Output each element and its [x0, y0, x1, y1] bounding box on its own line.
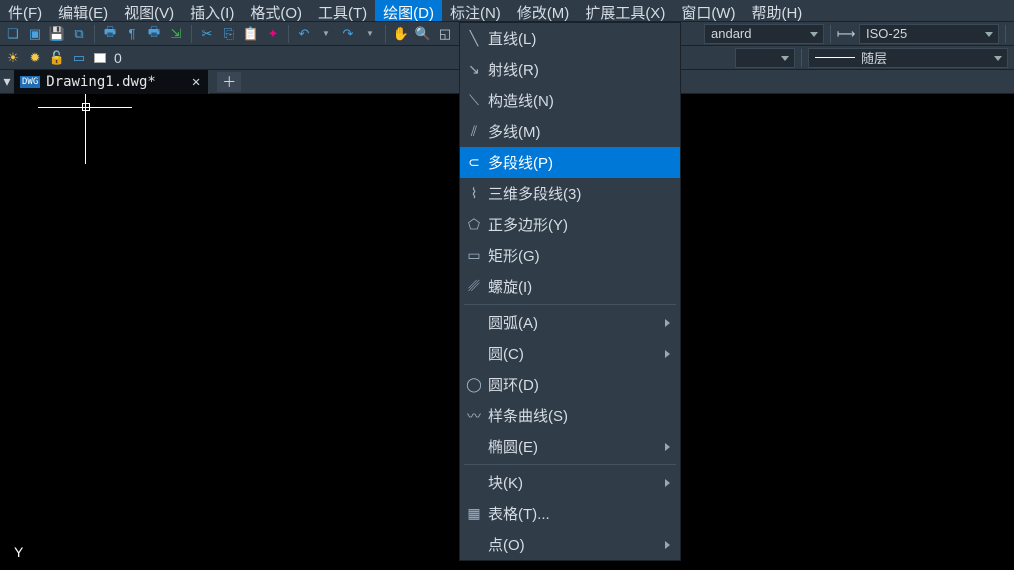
layer-color-icon[interactable]	[92, 53, 106, 63]
linetype-value: 随层	[861, 48, 887, 67]
redo-drop-icon[interactable]: ▼	[361, 25, 379, 43]
tab-current[interactable]: DWG Drawing1.dwg* ✕	[14, 70, 209, 94]
menu-tools[interactable]: 工具(T)	[310, 0, 375, 21]
menu-help[interactable]: 帮助(H)	[743, 0, 810, 21]
pan-icon[interactable]: ✋	[392, 25, 410, 43]
tab-filename: Drawing1.dwg*	[46, 74, 156, 90]
menu-window[interactable]: 窗口(W)	[673, 0, 743, 21]
save-icon[interactable]: 💾	[48, 25, 66, 43]
plot-icon[interactable]: 🖶	[145, 25, 163, 43]
menu-spline[interactable]: 〰 样条曲线(S)	[460, 400, 680, 431]
menu-arc[interactable]: 圆弧(A)	[460, 307, 680, 338]
undo-icon[interactable]: ↶	[295, 25, 313, 43]
menu-annotate[interactable]: 标注(N)	[442, 0, 509, 21]
linetype-line-icon	[815, 57, 855, 58]
line-icon: ╲	[460, 30, 488, 47]
match-icon[interactable]: ✦	[264, 25, 282, 43]
menu-pline[interactable]: ⊂ 多段线(P)	[460, 147, 680, 178]
menu-edit[interactable]: 编辑(E)	[50, 0, 116, 21]
menu-mline[interactable]: ⫽ 多线(M)	[460, 116, 680, 147]
saveall-icon[interactable]: ⧉	[70, 25, 88, 43]
dimstyle-value: ISO-25	[866, 26, 907, 41]
layer-name: 0	[114, 50, 122, 66]
ray-icon: ↘	[460, 61, 488, 78]
lineweight-combo[interactable]	[735, 48, 795, 68]
tab-close-icon[interactable]: ✕	[162, 74, 200, 90]
menu-polygon[interactable]: ⬠ 正多边形(Y)	[460, 209, 680, 240]
pline-icon: ⊂	[460, 154, 488, 171]
tab-add-button[interactable]: ＋	[217, 72, 241, 92]
spline-icon: 〰	[460, 406, 488, 426]
open-icon[interactable]: ▣	[26, 25, 44, 43]
menu-3dpoly[interactable]: ⌇ 三维多段线(3)	[460, 178, 680, 209]
textstyle-combo[interactable]: andard	[704, 24, 824, 44]
cursor-pickbox	[82, 103, 90, 111]
menu-file[interactable]: 件(F)	[0, 0, 50, 21]
copy-icon[interactable]: ⎘	[220, 25, 238, 43]
new-icon[interactable]: ❏	[4, 25, 22, 43]
menu-circle[interactable]: 圆(C)	[460, 338, 680, 369]
zoom-icon[interactable]: 🔍	[414, 25, 432, 43]
undo-drop-icon[interactable]: ▼	[317, 25, 335, 43]
menu-ray[interactable]: ↘ 射线(R)	[460, 54, 680, 85]
menu-sep1	[464, 304, 676, 305]
menu-rectangle[interactable]: ▭ 矩形(G)	[460, 240, 680, 271]
layer-lock-icon[interactable]: 🔓	[48, 49, 66, 67]
dimstyle-combo[interactable]: ISO-25	[859, 24, 999, 44]
menu-point[interactable]: 点(O)	[460, 529, 680, 560]
rectangle-icon: ▭	[460, 247, 488, 264]
submenu-arrow-icon	[665, 350, 670, 358]
menu-donut[interactable]: ◯ 圆环(D)	[460, 369, 680, 400]
menu-line[interactable]: ╲ 直线(L)	[460, 23, 680, 54]
textstyle-value: andard	[711, 26, 751, 41]
3dpoly-icon: ⌇	[460, 185, 488, 202]
draw-menu-dropdown: ╲ 直线(L) ↘ 射线(R) ⟍ 构造线(N) ⫽ 多线(M) ⊂ 多段线(P…	[459, 22, 681, 561]
table-icon: ▦	[460, 505, 488, 522]
menu-format[interactable]: 格式(O)	[242, 0, 310, 21]
layer-light-icon[interactable]: ☀	[4, 49, 22, 67]
polygon-icon: ⬠	[460, 216, 488, 233]
redo-icon[interactable]: ↷	[339, 25, 357, 43]
menu-insert[interactable]: 插入(I)	[182, 0, 242, 21]
menu-draw[interactable]: 绘图(D)	[375, 0, 442, 21]
menu-view[interactable]: 视图(V)	[116, 0, 182, 21]
menu-block[interactable]: 块(K)	[460, 467, 680, 498]
menu-table[interactable]: ▦ 表格(T)...	[460, 498, 680, 529]
submenu-arrow-icon	[665, 319, 670, 327]
menubar: 件(F) 编辑(E) 视图(V) 插入(I) 格式(O) 工具(T) 绘图(D)…	[0, 0, 1014, 22]
paste-icon[interactable]: 📋	[242, 25, 260, 43]
menu-xline[interactable]: ⟍ 构造线(N)	[460, 85, 680, 116]
mline-icon: ⫽	[460, 123, 488, 140]
menu-ellipse[interactable]: 椭圆(E)	[460, 431, 680, 462]
menu-helix[interactable]: ␥ 螺旋(I)	[460, 271, 680, 302]
zoomwin-icon[interactable]: ◱	[436, 25, 454, 43]
xline-icon: ⟍	[460, 92, 488, 109]
menu-sep2	[464, 464, 676, 465]
menu-modify[interactable]: 修改(M)	[509, 0, 578, 21]
dim-icon[interactable]: ⟼	[837, 25, 855, 43]
cut-icon[interactable]: ✂	[198, 25, 216, 43]
publish-icon[interactable]: ⇲	[167, 25, 185, 43]
submenu-arrow-icon	[665, 541, 670, 549]
print-icon[interactable]: 🖶	[101, 25, 119, 43]
dwg-file-icon: DWG	[20, 76, 40, 88]
ucs-axis-label: Y	[14, 544, 23, 560]
layer-sun-icon[interactable]: ✹	[26, 49, 44, 67]
helix-icon: ␥	[460, 278, 488, 295]
menu-extend[interactable]: 扩展工具(X)	[577, 0, 673, 21]
linetype-combo[interactable]: 随层	[808, 48, 1008, 68]
submenu-arrow-icon	[665, 479, 670, 487]
submenu-arrow-icon	[665, 443, 670, 451]
donut-icon: ◯	[460, 376, 488, 393]
layer-print-icon[interactable]: ▭	[70, 49, 88, 67]
tab-dropdown-icon[interactable]: ▾	[0, 73, 14, 90]
preview-icon[interactable]: ¶	[123, 25, 141, 43]
